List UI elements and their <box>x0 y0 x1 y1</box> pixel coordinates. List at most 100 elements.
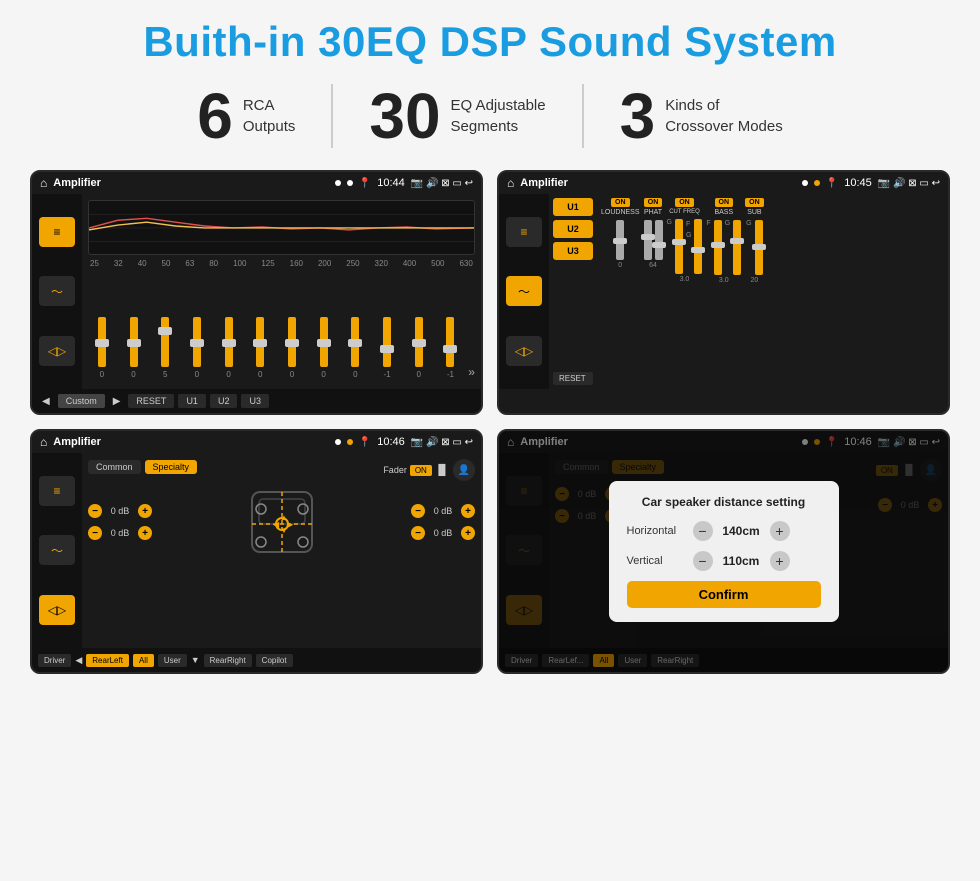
eq-slider-3[interactable]: 5 <box>151 317 179 379</box>
eq-graph <box>88 200 475 255</box>
fader-tab-specialty[interactable]: Specialty <box>145 460 198 474</box>
sub-on[interactable]: ON <box>745 198 764 207</box>
eq-sidebar-speaker[interactable]: ◁▷ <box>39 336 75 366</box>
eq-track-5[interactable] <box>225 317 233 367</box>
eq-slider-6[interactable]: 0 <box>246 317 274 379</box>
crossover-status-bar: ⌂ Amplifier 📍 10:45 📷 🔊 ⊠ ▭ ↩ <box>499 172 948 194</box>
crossover-status-icons: 📍 <box>826 178 838 189</box>
crossover-presets: U1 U2 U3 RESET <box>553 198 593 385</box>
fader-sidebar-wave[interactable]: 〜 <box>39 535 75 565</box>
crossover-content: ≡ 〜 ◁▷ U1 U2 U3 RESET <box>499 194 948 389</box>
eq-track-6[interactable] <box>256 317 264 367</box>
eq-slider-11[interactable]: 0 <box>405 317 433 379</box>
fader-on-badge[interactable]: ON <box>410 465 432 476</box>
fader-status-bar: ⌂ Amplifier 📍 10:46 📷 🔊 ⊠ ▭ ↩ <box>32 431 481 453</box>
cutfreq-on[interactable]: ON <box>675 198 694 207</box>
left-rear-plus[interactable]: + <box>138 526 152 540</box>
driver-btn[interactable]: Driver <box>38 654 71 667</box>
right-rear-plus[interactable]: + <box>461 526 475 540</box>
right-volumes: − 0 dB + − 0 dB + <box>411 504 475 540</box>
feature-number-rca: 6 <box>197 84 233 148</box>
left-front-plus[interactable]: + <box>138 504 152 518</box>
crossover-reset-btn[interactable]: RESET <box>553 372 593 385</box>
bass-on[interactable]: ON <box>715 198 734 207</box>
eq-slider-4[interactable]: 0 <box>183 317 211 379</box>
right-front-minus[interactable]: − <box>411 504 425 518</box>
eq-status-icons: 📍 <box>359 178 371 189</box>
loudness-on[interactable]: ON <box>611 198 630 207</box>
features-row: 6 RCA Outputs 30 EQ Adjustable Segments … <box>30 84 950 148</box>
eq-sliders: 0 0 5 0 <box>88 272 475 383</box>
fader-sidebar-equalizer[interactable]: ≡ <box>39 476 75 506</box>
fader-person-icon[interactable]: 👤 <box>453 459 475 481</box>
eq-track-2[interactable] <box>130 317 138 367</box>
left-vol-rear: − 0 dB + <box>88 526 152 540</box>
eq-track-8[interactable] <box>320 317 328 367</box>
eq-icons: 📷 🔊 ⊠ ▭ ↩ <box>411 178 473 189</box>
home-icon: ⌂ <box>40 176 47 190</box>
fader-tab-common[interactable]: Common <box>88 460 141 474</box>
phat-on[interactable]: ON <box>644 198 663 207</box>
right-front-plus[interactable]: + <box>461 504 475 518</box>
eq-sidebar-equalizer[interactable]: ≡ <box>39 217 75 247</box>
channel-cutfreq: ON CUT FREQ G FG <box>667 198 703 283</box>
eq-slider-10[interactable]: -1 <box>373 317 401 379</box>
crossover-sidebar-speaker[interactable]: ◁▷ <box>506 336 542 366</box>
fader-label: Fader <box>383 465 407 475</box>
copilot-btn[interactable]: Copilot <box>256 654 293 667</box>
fader-tabs: Common Specialty <box>88 460 197 474</box>
vertical-plus-btn[interactable]: + <box>770 551 790 571</box>
eq-track-4[interactable] <box>193 317 201 367</box>
eq-slider-8[interactable]: 0 <box>310 317 338 379</box>
eq-track-3[interactable] <box>161 317 169 367</box>
all-btn[interactable]: All <box>133 654 154 667</box>
eq-slider-7[interactable]: 0 <box>278 317 306 379</box>
feature-eq: 30 EQ Adjustable Segments <box>331 84 583 148</box>
eq-slider-1[interactable]: 0 <box>88 317 116 379</box>
eq-bottom-bar: ◀ Custom ▶ RESET U1 U2 U3 <box>32 389 481 413</box>
eq-slider-2[interactable]: 0 <box>120 317 148 379</box>
crossover-sidebar-wave[interactable]: 〜 <box>506 276 542 306</box>
rearright-btn[interactable]: RearRight <box>204 654 252 667</box>
eq-track-12[interactable] <box>446 317 454 367</box>
eq-track-7[interactable] <box>288 317 296 367</box>
fader-status-icons: 📍 <box>359 437 371 448</box>
eq-track-10[interactable] <box>383 317 391 367</box>
vertical-minus-btn[interactable]: − <box>693 551 713 571</box>
user-btn[interactable]: User <box>158 654 187 667</box>
eq-slider-9[interactable]: 0 <box>342 317 370 379</box>
eq-next-button[interactable]: ▶ <box>109 394 125 409</box>
right-rear-minus[interactable]: − <box>411 526 425 540</box>
eq-track-9[interactable] <box>351 317 359 367</box>
channel-sub: ON SUB G 20 <box>745 198 764 284</box>
eq-slider-12[interactable]: -1 <box>437 317 465 379</box>
confirm-button[interactable]: Confirm <box>627 581 821 608</box>
crossover-u1-btn[interactable]: U1 <box>553 198 593 216</box>
crossover-sidebar-equalizer[interactable]: ≡ <box>506 217 542 247</box>
eq-track-11[interactable] <box>415 317 423 367</box>
horizontal-minus-btn[interactable]: − <box>693 521 713 541</box>
horizontal-plus-btn[interactable]: + <box>770 521 790 541</box>
horizontal-row: Horizontal − 140cm + <box>627 521 821 541</box>
fader-bottom-bar: Driver ◀ RearLeft All User ▼ RearRight C… <box>32 648 481 672</box>
eq-sidebar-wave[interactable]: 〜 <box>39 276 75 306</box>
eq-prev-button[interactable]: ◀ <box>38 394 54 409</box>
vertical-value: 110cm <box>719 554 764 568</box>
left-front-minus[interactable]: − <box>88 504 102 518</box>
crossover-u2-btn[interactable]: U2 <box>553 220 593 238</box>
crossover-u3-btn[interactable]: U3 <box>553 242 593 260</box>
fader-time: 10:46 <box>377 436 405 448</box>
crossover-time: 10:45 <box>844 177 872 189</box>
eq-u3-button[interactable]: U3 <box>241 394 269 408</box>
rearleft-btn[interactable]: RearLeft <box>86 654 129 667</box>
eq-reset-button[interactable]: RESET <box>128 394 174 408</box>
left-rear-minus[interactable]: − <box>88 526 102 540</box>
feature-number-eq: 30 <box>369 84 440 148</box>
eq-custom-button[interactable]: Custom <box>58 394 105 408</box>
eq-u2-button[interactable]: U2 <box>210 394 238 408</box>
right-vol-front: − 0 dB + <box>411 504 475 518</box>
eq-u1-button[interactable]: U1 <box>178 394 206 408</box>
eq-slider-5[interactable]: 0 <box>215 317 243 379</box>
fader-sidebar-speaker[interactable]: ◁▷ <box>39 595 75 625</box>
eq-track-1[interactable] <box>98 317 106 367</box>
